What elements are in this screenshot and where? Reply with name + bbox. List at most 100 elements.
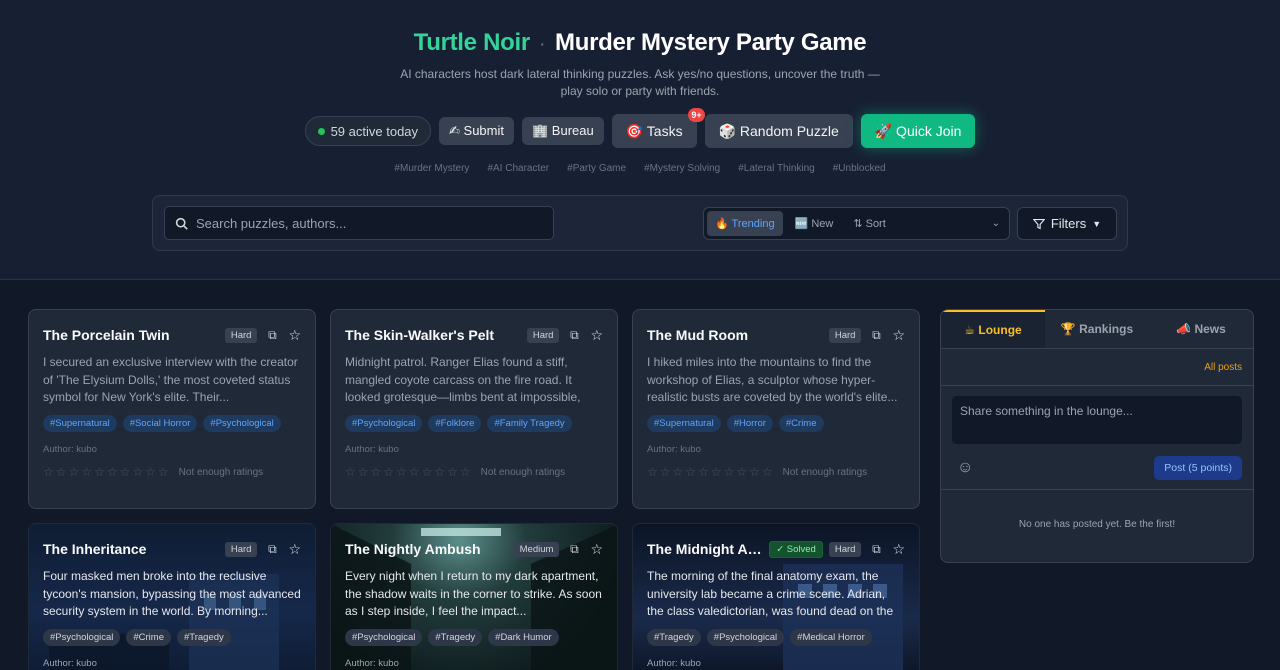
card-tag[interactable]: #Tragedy <box>647 629 701 646</box>
random-puzzle-button[interactable]: 🎲 Random Puzzle <box>704 114 853 148</box>
card-tag[interactable]: #Psychological <box>203 415 281 432</box>
card-author: Author: kubo <box>43 658 97 669</box>
puzzle-card[interactable]: The Midnight Anatomy Exam ✓ Solved Hard … <box>632 523 920 670</box>
lounge-post-input[interactable]: Share something in the lounge... <box>952 396 1242 444</box>
star-icon[interactable]: ☆ <box>590 327 603 344</box>
emoji-icon[interactable]: ☺ <box>957 459 973 477</box>
all-posts-link[interactable]: All posts <box>941 349 1253 386</box>
lounge-panel: ☕ Lounge 🏆 Rankings 📣 News All posts Sha… <box>940 309 1254 563</box>
all-posts-label[interactable]: All posts <box>1204 362 1242 373</box>
tasks-button[interactable]: 🎯 Tasks 9+ <box>611 108 705 148</box>
rating-stars[interactable]: ☆ ☆ ☆ ☆ ☆ ☆ ☆ ☆ ☆ ☆ Not enough ratings <box>647 465 905 479</box>
hashtag[interactable]: #Lateral Thinking <box>738 163 815 174</box>
chevron-down-icon[interactable]: ⌄ <box>992 218 1000 229</box>
card-tag[interactable]: #Tragedy <box>428 629 483 646</box>
submit-button[interactable]: ✍ Submit <box>439 117 514 145</box>
tab-new[interactable]: 🆕 New <box>787 211 842 236</box>
post-button[interactable]: Post (5 points) <box>1154 455 1242 480</box>
external-link-icon[interactable]: ⧉ <box>870 542 882 557</box>
rating-stars[interactable]: ☆ ☆ ☆ ☆ ☆ ☆ ☆ ☆ ☆ ☆ Not enough ratings <box>43 465 301 479</box>
card-title[interactable]: The Porcelain Twin <box>43 327 219 343</box>
card-tag[interactable]: #Horror <box>726 415 773 432</box>
puzzle-card[interactable]: The Skin-Walker's Pelt Hard ⧉ ☆ Midnight… <box>330 309 618 509</box>
card-title[interactable]: The Skin-Walker's Pelt <box>345 327 521 343</box>
star-icon[interactable]: ☆ <box>892 327 905 344</box>
star-icon[interactable]: ☆ <box>288 541 301 558</box>
search-icon <box>175 217 188 230</box>
card-author: Author: kubo <box>43 444 97 455</box>
sort-select[interactable]: ⇅ Sort <box>845 211 893 236</box>
filters-button[interactable]: Filters ▼ <box>1017 207 1117 240</box>
card-description: Four masked men broke into the reclusive… <box>43 569 301 618</box>
caret-down-icon: ▼ <box>1092 218 1102 229</box>
card-title[interactable]: The Inheritance <box>43 541 219 557</box>
difficulty-badge: Hard <box>828 327 862 343</box>
action-bar: 59 active today ✍ Submit 🏢 Bureau 🎯 Task… <box>0 108 1280 148</box>
external-link-icon[interactable]: ⧉ <box>266 542 278 557</box>
hashtag[interactable]: #AI Character <box>487 163 549 174</box>
card-tag[interactable]: #Tragedy <box>177 629 231 646</box>
card-tag[interactable]: #Family Tragedy <box>487 415 572 432</box>
card-tag[interactable]: #Psychological <box>43 629 121 646</box>
card-tag[interactable]: #Dark Humor <box>488 629 559 646</box>
card-tag[interactable]: #Supernatural <box>43 415 117 432</box>
difficulty-badge: Hard <box>224 541 258 557</box>
card-description: The morning of the final anatomy exam, t… <box>647 569 894 618</box>
hashtag[interactable]: #Murder Mystery <box>394 163 469 174</box>
tab-news[interactable]: 📣 News <box>1149 310 1253 348</box>
rating-note: Not enough ratings <box>782 466 868 478</box>
hashtag[interactable]: #Unblocked <box>833 163 886 174</box>
rating-note: Not enough ratings <box>480 466 566 478</box>
star-icon[interactable]: ☆ <box>288 327 301 344</box>
puzzle-card[interactable]: The Porcelain Twin Hard ⧉ ☆ I secured an… <box>28 309 316 509</box>
card-tag[interactable]: #Social Horror <box>122 415 198 432</box>
sort-group: 🔥 Trending 🆕 New ⇅ Sort ⌄ <box>703 207 1010 240</box>
card-author: Author: kubo <box>647 658 701 669</box>
lounge-tabs: ☕ Lounge 🏆 Rankings 📣 News <box>941 310 1253 349</box>
online-dot-icon <box>317 127 325 135</box>
card-tag[interactable]: #Psychological <box>345 415 423 432</box>
tab-rankings[interactable]: 🏆 Rankings <box>1045 310 1149 348</box>
card-tag[interactable]: #Crime <box>126 629 171 646</box>
puzzle-card[interactable]: The Nightly Ambush Medium ⧉ ☆ Every nigh… <box>330 523 618 670</box>
external-link-icon[interactable]: ⧉ <box>870 328 882 343</box>
title-main: Murder Mystery Party Game <box>555 29 867 56</box>
card-author: Author: kubo <box>345 444 399 455</box>
card-tag[interactable]: #Folklore <box>428 415 482 432</box>
solved-badge: ✓ Solved <box>769 540 823 558</box>
empty-state-text: No one has posted yet. Be the first! <box>1018 519 1176 530</box>
star-icon[interactable]: ☆ <box>892 541 905 558</box>
rating-stars[interactable]: ☆ ☆ ☆ ☆ ☆ ☆ ☆ ☆ ☆ ☆ Not enough ratings <box>345 465 603 479</box>
card-tag[interactable]: #Psychological <box>345 629 423 646</box>
quick-join-button[interactable]: 🚀 Quick Join <box>860 114 976 148</box>
card-tag[interactable]: #Crime <box>778 415 824 432</box>
active-today-indicator: 59 active today <box>304 116 432 146</box>
tasks-notification-badge: 9+ <box>688 108 705 122</box>
search-placeholder: Search puzzles, authors... <box>196 215 347 231</box>
tab-lounge[interactable]: ☕ Lounge <box>941 310 1045 348</box>
card-tag[interactable]: #Psychological <box>706 629 785 646</box>
card-description: I secured an exclusive interview with th… <box>43 355 298 404</box>
tasks-label: 🎯 Tasks <box>625 122 683 139</box>
external-link-icon[interactable]: ⧉ <box>568 542 580 557</box>
puzzle-card[interactable]: The Mud Room Hard ⧉ ☆ I hiked miles into… <box>632 309 920 509</box>
hashtag[interactable]: #Party Game <box>567 163 626 174</box>
active-today-label: 59 active today <box>330 123 419 139</box>
external-link-icon[interactable]: ⧉ <box>568 328 580 343</box>
tab-trending[interactable]: 🔥 Trending <box>707 211 783 236</box>
card-tag[interactable]: #Supernatural <box>647 415 721 432</box>
card-title[interactable]: The Midnight Anatomy Exam <box>647 541 763 557</box>
search-input[interactable]: Search puzzles, authors... <box>164 206 554 240</box>
star-icon[interactable]: ☆ <box>590 541 603 558</box>
hashtag[interactable]: #Mystery Solving <box>644 163 720 174</box>
card-title[interactable]: The Mud Room <box>647 327 823 343</box>
card-author: Author: kubo <box>647 444 701 455</box>
card-author: Author: kubo <box>345 658 399 669</box>
hashtag-row: #Murder Mystery #AI Character #Party Gam… <box>0 163 1280 174</box>
card-title[interactable]: The Nightly Ambush <box>345 541 508 557</box>
lounge-placeholder: Share something in the lounge... <box>960 404 1133 418</box>
puzzle-card[interactable]: The Inheritance Hard ⧉ ☆ Four masked men… <box>28 523 316 670</box>
card-tag[interactable]: #Medical Horror <box>790 629 872 646</box>
bureau-button[interactable]: 🏢 Bureau <box>522 117 604 145</box>
external-link-icon[interactable]: ⧉ <box>266 328 278 343</box>
